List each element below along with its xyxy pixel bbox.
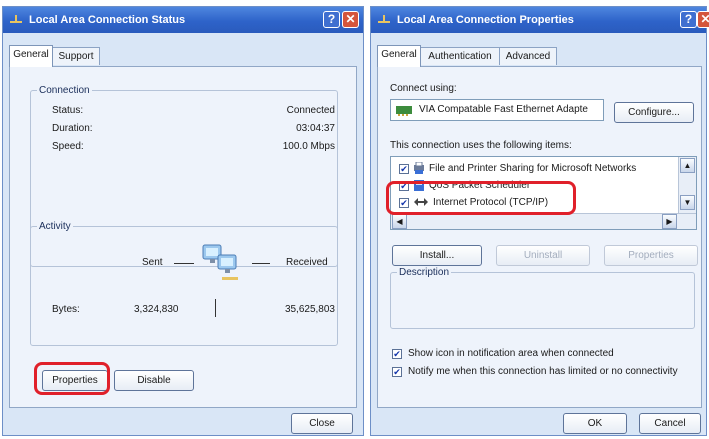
description-legend: Description xyxy=(399,267,450,278)
activity-legend: Activity xyxy=(39,221,71,232)
scroll-down-icon[interactable]: ▼ xyxy=(680,195,695,210)
bytes-divider xyxy=(215,299,216,317)
scheduler-icon xyxy=(414,180,424,191)
status-value: Connected xyxy=(286,105,335,116)
status-window: Local Area Connection Status ? ✕ General… xyxy=(2,6,364,436)
duration-label: Duration: xyxy=(52,123,93,134)
scroll-right-icon[interactable]: ▶ xyxy=(662,214,677,229)
network-icon xyxy=(10,15,22,25)
status-window-title: Local Area Connection Status xyxy=(29,14,186,26)
item-checkbox[interactable]: ✔ xyxy=(399,198,409,208)
show-icon-label: Show icon in notification area when conn… xyxy=(408,348,614,359)
item-checkbox[interactable]: ✔ xyxy=(399,164,409,174)
network-icon xyxy=(378,15,390,25)
configure-button[interactable]: Configure... xyxy=(614,102,694,123)
connection-legend: Connection xyxy=(39,85,90,96)
tab-support[interactable]: Support xyxy=(52,47,100,65)
speed-value: 100.0 Mbps xyxy=(282,141,335,152)
speed-label: Speed: xyxy=(52,141,84,152)
item-checkbox[interactable]: ✔ xyxy=(399,181,409,191)
scroll-up-icon[interactable]: ▲ xyxy=(680,158,695,173)
properties-window-title: Local Area Connection Properties xyxy=(397,14,574,26)
properties-general-panel: Connect using: VIA Compatable Fast Ether… xyxy=(377,66,702,408)
close-button[interactable]: Close xyxy=(291,413,353,434)
properties-titlebar[interactable]: Local Area Connection Properties ? ✕ xyxy=(371,7,709,33)
tab-advanced[interactable]: Advanced xyxy=(499,47,557,65)
bytes-sent-value: 3,324,830 xyxy=(134,304,179,315)
notify-label: Notify me when this connection has limit… xyxy=(408,366,678,377)
received-line xyxy=(252,263,270,264)
received-label: Received xyxy=(286,257,328,268)
close-icon[interactable]: ✕ xyxy=(342,11,359,28)
help-button[interactable]: ? xyxy=(680,11,697,28)
help-button[interactable]: ? xyxy=(323,11,340,28)
bytes-label: Bytes: xyxy=(52,304,80,315)
list-item[interactable]: ✔ QoS Packet Scheduler xyxy=(391,177,676,194)
item-label: QoS Packet Scheduler xyxy=(429,180,531,191)
description-group: Description xyxy=(390,267,695,329)
status-label: Status: xyxy=(52,105,84,116)
items-label: This connection uses the following items… xyxy=(390,140,572,151)
install-button[interactable]: Install... xyxy=(392,245,482,266)
tab-general[interactable]: General xyxy=(377,45,421,67)
item-label: File and Printer Sharing for Microsoft N… xyxy=(429,163,637,174)
tab-general[interactable]: General xyxy=(9,45,53,67)
properties-window: Local Area Connection Properties ? ✕ Gen… xyxy=(370,6,709,436)
activity-group: Activity xyxy=(30,221,338,346)
properties-button[interactable]: Properties xyxy=(604,245,698,266)
scroll-left-icon[interactable]: ◀ xyxy=(392,214,407,229)
tab-authentication[interactable]: Authentication xyxy=(420,47,500,65)
status-titlebar[interactable]: Local Area Connection Status ? ✕ xyxy=(3,7,363,33)
uninstall-button[interactable]: Uninstall xyxy=(496,245,590,266)
adapter-box: VIA Compatable Fast Ethernet Adapte xyxy=(390,99,604,121)
computers-icon xyxy=(202,244,238,280)
sent-line xyxy=(174,263,194,264)
close-icon[interactable]: ✕ xyxy=(697,11,709,28)
list-item[interactable]: ✔ Internet Protocol (TCP/IP) xyxy=(391,194,676,211)
status-general-panel: Connection Status: Connected Duration: 0… xyxy=(9,66,357,408)
cancel-button[interactable]: Cancel xyxy=(639,413,701,434)
items-list[interactable]: ✔ File and Printer Sharing for Microsoft… xyxy=(390,156,697,230)
protocol-icon xyxy=(414,198,428,206)
show-icon-checkbox[interactable]: ✔ xyxy=(392,349,402,359)
ok-button[interactable]: OK xyxy=(563,413,627,434)
bytes-received-value: 35,625,803 xyxy=(284,304,335,315)
items-hscrollbar[interactable]: ◀ ▶ xyxy=(391,213,696,229)
printer-share-icon xyxy=(414,162,424,174)
adapter-name: VIA Compatable Fast Ethernet Adapte xyxy=(419,104,588,115)
connect-using-label: Connect using: xyxy=(390,83,457,94)
notify-checkbox[interactable]: ✔ xyxy=(392,367,402,377)
properties-button[interactable]: Properties xyxy=(42,370,108,391)
items-scrollbar[interactable]: ▲ ▼ xyxy=(678,157,696,213)
adapter-icon xyxy=(396,106,412,116)
sent-label: Sent xyxy=(142,257,163,268)
item-label: Internet Protocol (TCP/IP) xyxy=(433,197,549,208)
disable-button[interactable]: Disable xyxy=(114,370,194,391)
list-item[interactable]: ✔ File and Printer Sharing for Microsoft… xyxy=(391,160,676,177)
duration-value: 03:04:37 xyxy=(296,123,335,134)
